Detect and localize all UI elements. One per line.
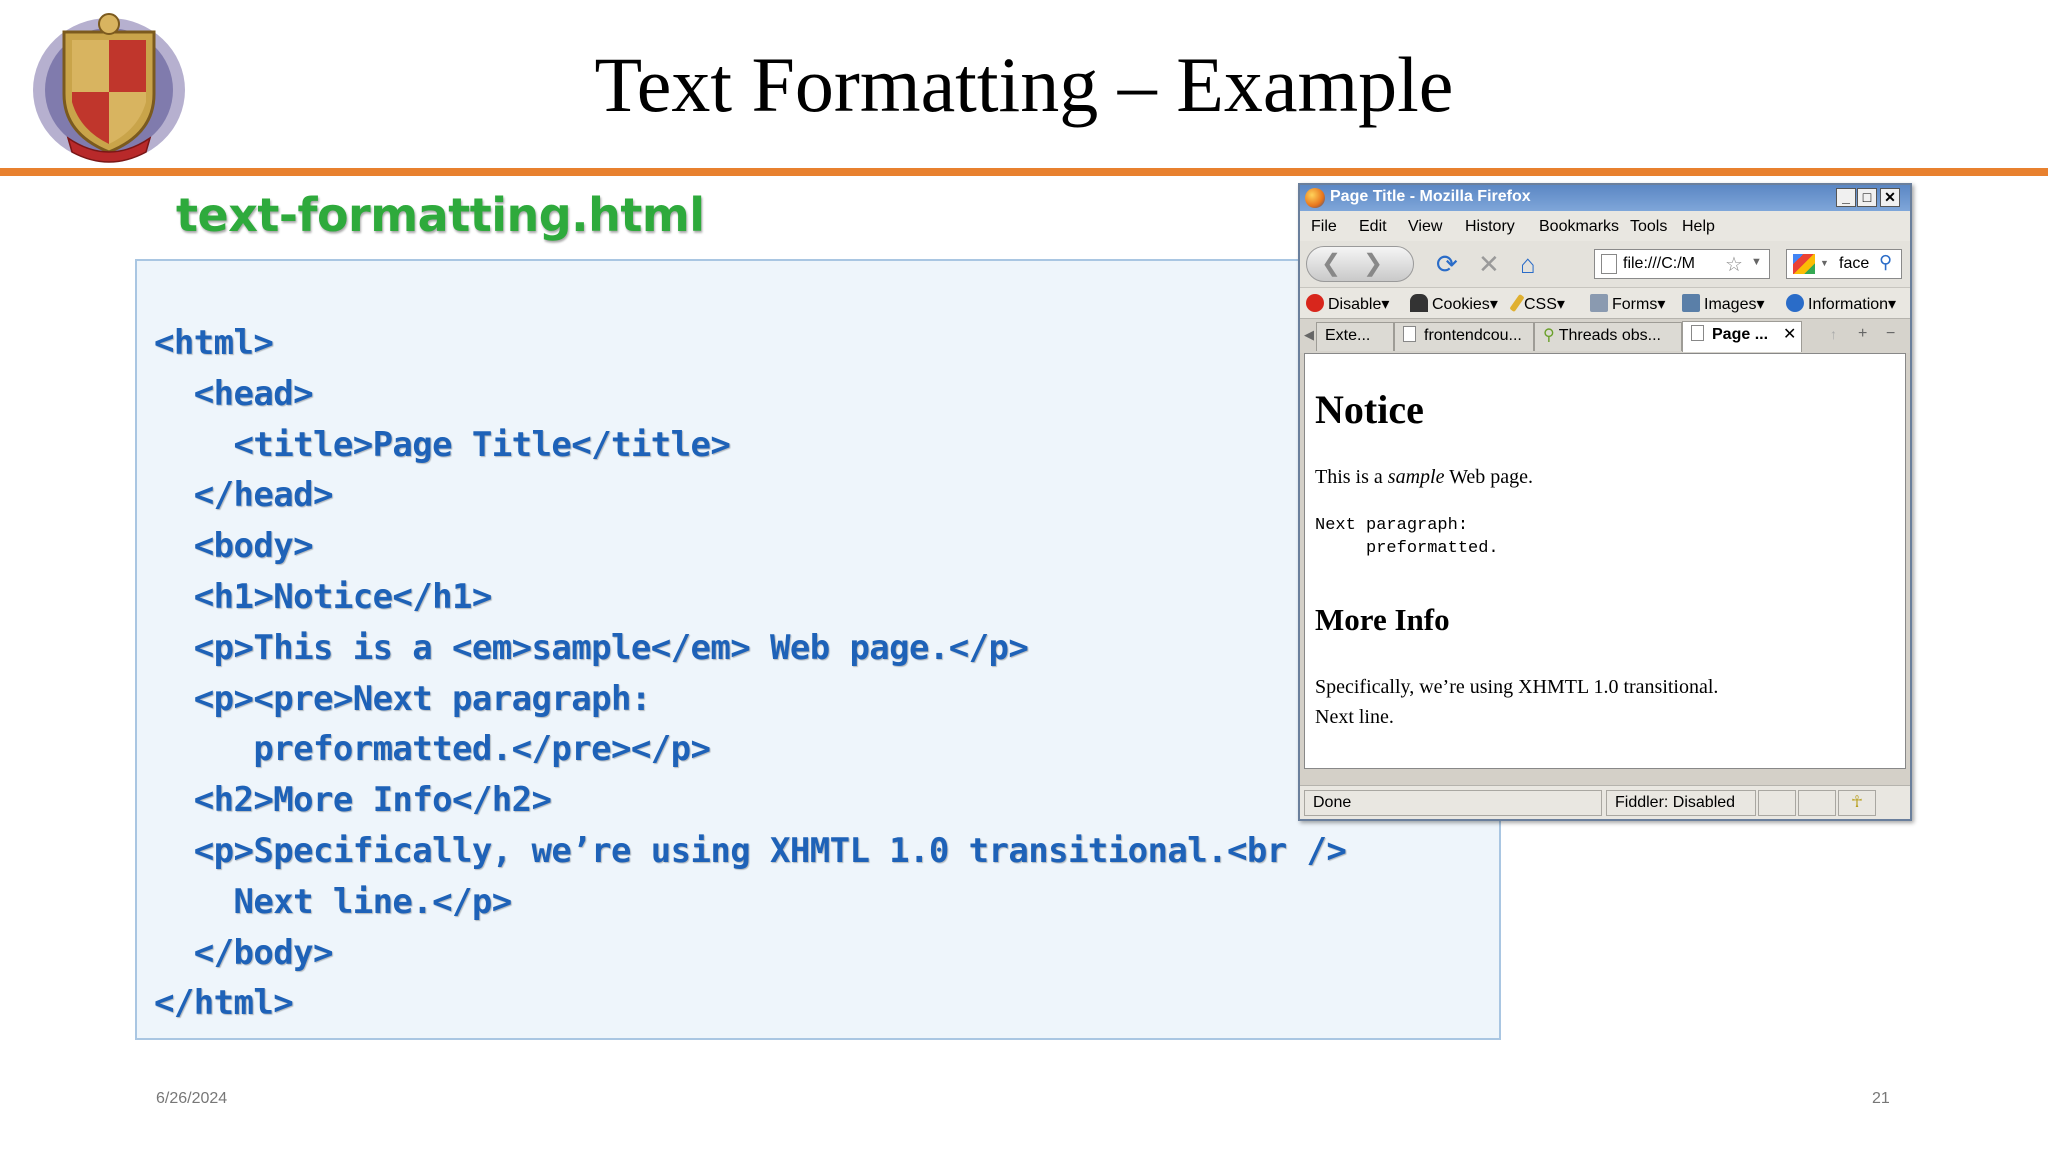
- code-line: <p><pre>Next paragraph:: [154, 679, 652, 719]
- images-icon: [1682, 294, 1700, 312]
- code-line: <p>This is a <em>sample</em> Web page.</…: [154, 628, 1029, 668]
- file-name-caption: text-formatting.html: [176, 188, 705, 242]
- slide-title: Text Formatting – Example: [594, 41, 1454, 128]
- navigation-toolbar: ❮ ❯ ⟳ ✕ ⌂ file:///C:/M ☆ ▼ ▼ face ⚲: [1300, 241, 1910, 287]
- disable-icon: [1306, 294, 1324, 312]
- search-engine-icon[interactable]: [1793, 254, 1815, 274]
- stop-icon[interactable]: ✕: [1478, 250, 1500, 278]
- code-line: </head>: [154, 475, 334, 515]
- accessibility-icon[interactable]: ☥: [1838, 790, 1876, 816]
- code-line: <body>: [154, 526, 314, 566]
- tab-bar: ◀ Exte... frontendcou... ⚲ Threads obs...…: [1300, 318, 1910, 353]
- tab-list-icon[interactable]: −: [1886, 325, 1895, 343]
- page-content: Notice This is a sample Web page. Next p…: [1304, 353, 1906, 769]
- status-text: Done: [1304, 790, 1602, 816]
- window-title: Page Title - Mozilla Firefox: [1330, 188, 1531, 205]
- content-paragraph-line2: Next line.: [1315, 706, 1394, 728]
- forms-menu[interactable]: Forms▾: [1590, 294, 1665, 314]
- code-line: <h1>Notice</h1>: [154, 577, 493, 617]
- search-engine-dropdown-icon[interactable]: ▼: [1820, 258, 1829, 268]
- tab-close-icon[interactable]: ✕: [1783, 322, 1796, 348]
- bookmark-star-icon[interactable]: ☆: [1725, 252, 1743, 277]
- key-icon: ⚲: [1543, 327, 1555, 344]
- reload-icon[interactable]: ⟳: [1436, 250, 1458, 278]
- menu-edit[interactable]: Edit: [1359, 218, 1387, 236]
- content-paragraph-line1: Specifically, we’re using XHMTL 1.0 tran…: [1315, 676, 1719, 698]
- cookies-menu[interactable]: Cookies▾: [1410, 294, 1498, 314]
- content-heading-notice: Notice: [1315, 387, 1424, 432]
- code-line: <p>Specifically, we’re using XHMTL 1.0 t…: [154, 831, 1347, 871]
- tab-frontendcourse[interactable]: frontendcou...: [1394, 322, 1534, 351]
- new-tab-icon[interactable]: +: [1858, 325, 1867, 343]
- title-divider: [0, 168, 2048, 176]
- close-button[interactable]: ✕: [1880, 188, 1900, 207]
- code-listing: <html> <head> <title>Page Title</title> …: [135, 259, 1501, 1040]
- search-input[interactable]: face: [1839, 255, 1873, 273]
- maximize-button[interactable]: □: [1857, 188, 1877, 207]
- disabled-icon[interactable]: [1798, 790, 1836, 816]
- page-icon: [1691, 325, 1704, 341]
- home-icon[interactable]: ⌂: [1520, 250, 1536, 278]
- back-arrow-icon[interactable]: ❮: [1321, 249, 1341, 278]
- window-titlebar[interactable]: Page Title - Mozilla Firefox _ □ ✕: [1300, 185, 1910, 211]
- content-heading-more-info: More Info: [1315, 602, 1450, 637]
- slide-page-number: 21: [1872, 1090, 1890, 1107]
- menu-tools[interactable]: Tools: [1630, 218, 1667, 236]
- disable-menu[interactable]: Disable▾: [1306, 294, 1389, 314]
- css-menu[interactable]: CSS▾: [1509, 293, 1565, 314]
- tab-extensions[interactable]: Exte...: [1316, 322, 1394, 351]
- css-icon: [1509, 293, 1525, 313]
- content-preformatted: Next paragraph: preformatted.: [1315, 516, 1499, 558]
- minimize-button[interactable]: _: [1836, 188, 1856, 207]
- images-menu[interactable]: Images▾: [1682, 294, 1765, 314]
- code-line: <html>: [154, 323, 274, 363]
- status-bar: Done Fiddler: Disabled ☥: [1300, 785, 1910, 819]
- menu-view[interactable]: View: [1408, 218, 1442, 236]
- slide-date: 6/26/2024: [156, 1090, 228, 1107]
- address-bar[interactable]: file:///C:/M ☆ ▼: [1594, 249, 1770, 279]
- tab-scroll-right-icon[interactable]: ↑: [1830, 326, 1837, 342]
- content-paragraph: This is a sample Web page.: [1315, 466, 1533, 488]
- forward-arrow-icon[interactable]: ❯: [1363, 249, 1383, 278]
- code-line: </html>: [154, 983, 294, 1023]
- addon-icon[interactable]: [1758, 790, 1796, 816]
- magnifier-icon[interactable]: ⚲: [1879, 252, 1892, 273]
- code-line: <title>Page Title</title>: [154, 425, 731, 465]
- search-box[interactable]: ▼ face ⚲: [1786, 249, 1902, 279]
- page-icon: [1601, 254, 1617, 274]
- code-line: Next line.</p>: [154, 882, 512, 922]
- code-line: preformatted.</pre></p>: [154, 729, 711, 769]
- menu-bookmarks[interactable]: Bookmarks: [1539, 218, 1619, 236]
- menu-help[interactable]: Help: [1682, 218, 1715, 236]
- firefox-window: Page Title - Mozilla Firefox _ □ ✕ File …: [1298, 183, 1912, 821]
- information-icon: [1786, 294, 1804, 312]
- web-developer-toolbar: Disable▾ Cookies▾ CSS▾ Forms▾ Images▾ In…: [1300, 287, 1910, 318]
- code-line: <h2>More Info</h2>: [154, 780, 552, 820]
- dropdown-arrow-icon[interactable]: ▼: [1751, 256, 1762, 268]
- menu-bar: File Edit View History Bookmarks Tools H…: [1300, 211, 1910, 241]
- tab-threads[interactable]: ⚲ Threads obs...: [1534, 322, 1682, 351]
- back-forward-buttons[interactable]: ❮ ❯: [1306, 246, 1414, 282]
- firefox-logo-icon: [1305, 188, 1325, 208]
- menu-file[interactable]: File: [1311, 218, 1337, 236]
- cookies-icon: [1410, 294, 1428, 312]
- code-line: <head>: [154, 374, 314, 414]
- fiddler-status[interactable]: Fiddler: Disabled: [1606, 790, 1756, 816]
- tab-scroll-left-icon[interactable]: ◀: [1304, 327, 1314, 343]
- information-menu[interactable]: Information▾: [1786, 294, 1896, 314]
- address-text: file:///C:/M: [1623, 255, 1696, 272]
- page-icon: [1403, 326, 1416, 342]
- forms-icon: [1590, 294, 1608, 312]
- tab-page-title[interactable]: Page ... ✕: [1682, 321, 1802, 352]
- menu-history[interactable]: History: [1465, 218, 1515, 236]
- code-line: </body>: [154, 933, 334, 973]
